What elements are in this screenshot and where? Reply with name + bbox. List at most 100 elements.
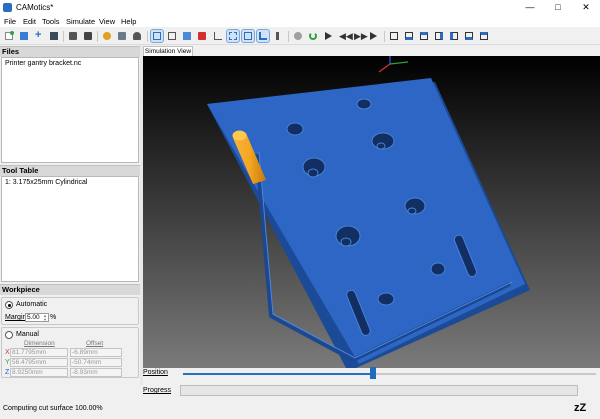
tool-top (232, 130, 247, 141)
gcode-icon (84, 32, 92, 40)
bounds-icon (244, 32, 252, 40)
view-right-button[interactable] (433, 30, 445, 42)
toolbar-separator (63, 31, 64, 42)
cube-right-icon (435, 32, 443, 40)
add-file-button[interactable]: + (33, 30, 45, 42)
user-icon (133, 32, 141, 40)
rewind-button[interactable]: ◀◀ (337, 30, 353, 42)
offset-z-input[interactable]: -8.93mm (70, 368, 122, 377)
stop-button[interactable] (292, 30, 304, 42)
spinner-arrows-icon[interactable]: ▲ ▼ (43, 314, 47, 322)
close-button[interactable]: ✕ (572, 0, 600, 15)
margin-input[interactable]: 5.00 ▲ ▼ (25, 313, 49, 322)
plus-icon: + (35, 29, 42, 41)
menu-view[interactable]: View (99, 17, 115, 26)
file-item[interactable]: Printer gantry bracket.nc (5, 60, 81, 67)
tool-button[interactable] (116, 30, 128, 42)
tool-bit-icon (276, 32, 279, 40)
menu-edit[interactable]: Edit (23, 17, 36, 26)
view-back-button[interactable] (463, 30, 475, 42)
maximize-button[interactable]: □ (544, 0, 572, 15)
offset-x-input[interactable]: -6.89mm (70, 348, 122, 357)
hole-inner (407, 207, 417, 215)
axes-icon (259, 32, 267, 40)
dimension-y-value: 56.4795mm (12, 359, 47, 366)
position-slider-handle[interactable] (369, 367, 376, 379)
tool-table-list[interactable]: 1: 3.175x25mm Cylindrical (1, 176, 139, 282)
hole (286, 122, 304, 136)
offset-y-input[interactable]: -50.74mm (70, 358, 122, 367)
files-panel-header: Files (0, 46, 140, 57)
tool-item[interactable]: 1: 3.175x25mm Cylindrical (5, 179, 87, 186)
new-project-button[interactable] (3, 30, 15, 42)
offset-header: Offset (86, 340, 104, 347)
view-bottom-button[interactable] (478, 30, 490, 42)
save-button[interactable] (48, 30, 60, 42)
cube-back-icon (465, 32, 473, 40)
dimension-x-value: 81.7795mm (12, 349, 47, 356)
view-bounds-button[interactable] (241, 29, 255, 43)
cube-left-icon (450, 32, 458, 40)
export-gcode-button[interactable] (82, 30, 94, 42)
minimize-button[interactable]: — (516, 0, 544, 15)
view-box-button[interactable] (226, 29, 240, 43)
speed-button[interactable] (367, 30, 379, 42)
files-list[interactable]: Printer gantry bracket.nc (1, 57, 139, 163)
toolbar-separator (97, 31, 98, 42)
view-axes-button[interactable] (256, 29, 270, 43)
rerun-button[interactable] (307, 30, 319, 42)
progress-label: Progress (143, 387, 172, 394)
view-solid-button[interactable] (181, 30, 193, 42)
hole-inner (340, 237, 352, 247)
dimension-y-input[interactable]: 56.4795mm (10, 358, 68, 367)
menu-tools[interactable]: Tools (42, 17, 60, 26)
view-cut-button[interactable] (196, 30, 208, 42)
play-button[interactable] (322, 30, 334, 42)
automatic-radio[interactable] (5, 301, 13, 309)
toolbar-separator (288, 31, 289, 42)
cube-top-icon (420, 32, 428, 40)
workpiece-icon (153, 32, 161, 40)
save-icon (50, 32, 58, 40)
hole-inner (376, 142, 386, 150)
speed-icon (370, 32, 377, 40)
toolpath-button[interactable] (212, 30, 224, 42)
automatic-group: Automatic Margin 5.00 ▲ ▼ % (1, 297, 139, 325)
toolbar-separator (147, 31, 148, 42)
export-icon (69, 32, 77, 40)
progress-bar (180, 385, 578, 396)
dimension-x-input[interactable]: 81.7795mm (10, 348, 68, 357)
toolbar: + ◀◀ ▶▶ (0, 28, 600, 45)
margin-unit: % (50, 314, 57, 321)
tool-icon (118, 32, 126, 40)
view-front-button[interactable] (403, 30, 415, 42)
hole (430, 262, 446, 276)
simulation-view-canvas[interactable] (143, 56, 600, 368)
cut-icon (198, 32, 206, 40)
camotics-window: CAMotics* — □ ✕ File Edit Tools Simulate… (0, 0, 600, 419)
cube-iso-icon (390, 32, 398, 40)
cube-front-icon (405, 32, 413, 40)
settings-button[interactable] (101, 30, 113, 42)
manual-radio[interactable] (5, 331, 13, 339)
menu-simulate[interactable]: Simulate (66, 17, 95, 26)
fast-forward-button[interactable]: ▶▶ (352, 30, 368, 42)
dimension-z-input[interactable]: 8.9250mm (10, 368, 68, 377)
menu-file[interactable]: File (4, 17, 16, 26)
menu-help[interactable]: Help (121, 17, 136, 26)
hole-inner (307, 168, 319, 178)
view-tool-button[interactable] (272, 30, 284, 42)
manual-label: Manual (16, 331, 39, 338)
view-left-button[interactable] (448, 30, 460, 42)
view-top-button[interactable] (418, 30, 430, 42)
dimension-header: Dimension (24, 340, 55, 347)
tab-simulation-view[interactable]: Simulation View (143, 46, 193, 56)
position-slider[interactable] (183, 373, 596, 375)
view-surface-button[interactable] (166, 30, 178, 42)
margin-label: Margin (5, 314, 27, 321)
export-button[interactable] (67, 30, 79, 42)
view-iso-button[interactable] (388, 30, 400, 42)
user-button[interactable] (131, 30, 143, 42)
open-project-button[interactable] (18, 30, 30, 42)
view-workpiece-button[interactable] (150, 29, 164, 43)
